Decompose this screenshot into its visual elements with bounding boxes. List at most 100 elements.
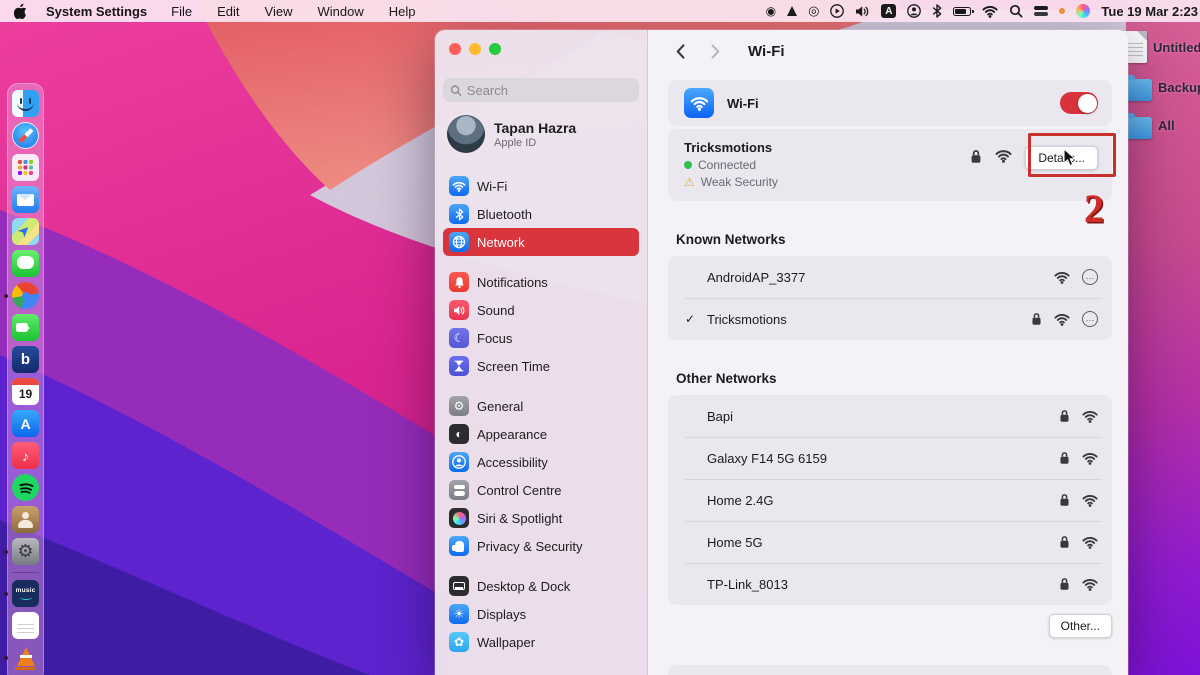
wifi-signal-icon xyxy=(1082,536,1098,549)
sidebar-item-label: Network xyxy=(477,235,525,250)
sidebar-item-label: Wi-Fi xyxy=(477,179,507,194)
dock-messages-icon[interactable] xyxy=(12,250,39,277)
more-options-icon[interactable]: … xyxy=(1082,269,1098,285)
dock-safari-icon[interactable] xyxy=(12,122,39,149)
apple-id-profile[interactable]: Tapan Hazra Apple ID xyxy=(447,115,639,153)
dock-music-icon[interactable]: ♪ xyxy=(12,442,39,469)
dock-facetime-icon[interactable] xyxy=(12,314,39,341)
network-row-androidap[interactable]: AndroidAP_3377 … xyxy=(668,256,1112,298)
known-networks-list: AndroidAP_3377 … ✓ Tricksmotions … xyxy=(668,256,1112,340)
menu-edit[interactable]: Edit xyxy=(217,4,239,19)
zoom-button[interactable] xyxy=(489,43,501,55)
dock-notes-icon[interactable] xyxy=(12,612,39,639)
control-center-icon[interactable] xyxy=(1034,6,1048,17)
sidebar-item-general[interactable]: ⚙ General xyxy=(443,392,639,420)
desktop-icon-label: Untitled xyxy=(1153,40,1200,55)
apple-menu-icon[interactable] xyxy=(14,3,29,19)
menu-view[interactable]: View xyxy=(265,4,293,19)
sidebar-item-notifications[interactable]: Notifications xyxy=(443,268,639,296)
dock-system-settings-icon[interactable]: ⚙ xyxy=(12,538,39,565)
dock-maps-icon[interactable]: ➤ xyxy=(12,218,39,245)
sidebar-item-siri-spotlight[interactable]: Siri & Spotlight xyxy=(443,504,639,532)
wifi-signal-icon xyxy=(995,149,1012,163)
record-icon[interactable]: ◉ xyxy=(766,4,776,18)
dock-contacts-icon[interactable] xyxy=(12,506,39,533)
app-menu-title[interactable]: System Settings xyxy=(46,4,147,19)
dock-bluemail-icon[interactable]: b xyxy=(12,346,39,373)
desktop-icon-backup[interactable]: Backup xyxy=(1122,74,1200,101)
menu-bar: System Settings File Edit View Window He… xyxy=(0,0,1200,22)
menu-help[interactable]: Help xyxy=(389,4,416,19)
desktop-icon-all[interactable]: All xyxy=(1122,112,1200,139)
wifi-status-icon[interactable] xyxy=(982,5,998,18)
sidebar-item-wifi[interactable]: Wi-Fi xyxy=(443,172,639,200)
sidebar-item-label: Bluetooth xyxy=(477,207,532,222)
dock-calendar-icon[interactable]: 19 xyxy=(12,378,39,405)
sidebar-nav: Wi-Fi Bluetooth Network Notifications xyxy=(443,172,639,656)
mouse-cursor xyxy=(1063,148,1076,167)
sidebar-item-displays[interactable]: ☀ Displays xyxy=(443,600,639,628)
app-store-letter: A xyxy=(20,416,30,432)
desktop-icons: Untitled Backup All xyxy=(1122,31,1200,139)
dock-vlc-icon[interactable] xyxy=(12,644,39,671)
spotlight-search-icon[interactable] xyxy=(1009,4,1023,18)
sidebar-item-wallpaper[interactable]: ✿ Wallpaper xyxy=(443,628,639,656)
close-button[interactable] xyxy=(449,43,461,55)
volume-icon[interactable] xyxy=(855,5,870,18)
sidebar-search[interactable] xyxy=(443,78,639,102)
desktop-icon-untitled[interactable]: Untitled xyxy=(1122,31,1200,63)
network-row-bapi[interactable]: Bapi xyxy=(668,395,1112,437)
sidebar-item-control-centre[interactable]: Control Centre xyxy=(443,476,639,504)
desktop-icon-label: Backup xyxy=(1158,80,1200,95)
airplay-waves-icon[interactable]: ◎ xyxy=(808,3,819,19)
search-input[interactable] xyxy=(467,83,632,98)
network-row-tplink[interactable]: TP-Link_8013 xyxy=(668,563,1112,605)
sidebar-item-label: Displays xyxy=(477,607,526,622)
sidebar-item-appearance[interactable]: ◐ Appearance xyxy=(443,420,639,448)
dock-chrome-icon[interactable] xyxy=(12,282,39,309)
dock-amazon-music-icon[interactable]: music xyxy=(12,580,39,607)
user-account-icon[interactable] xyxy=(907,4,921,18)
battery-icon[interactable] xyxy=(953,7,971,16)
sidebar-item-screen-time[interactable]: Screen Time xyxy=(443,352,639,380)
dock-spotify-icon[interactable] xyxy=(12,474,39,501)
network-name: TP-Link_8013 xyxy=(707,577,1059,592)
sidebar-item-focus[interactable]: ☾ Focus xyxy=(443,324,639,352)
wifi-signal-icon xyxy=(1082,410,1098,423)
minimize-button[interactable] xyxy=(469,43,481,55)
dock-app-store-icon[interactable]: A xyxy=(12,410,39,437)
sidebar-item-label: Desktop & Dock xyxy=(477,579,570,594)
back-button[interactable] xyxy=(676,44,685,59)
bluetooth-icon xyxy=(449,204,469,224)
sidebar-item-desktop-dock[interactable]: Desktop & Dock xyxy=(443,572,639,600)
menu-bar-clock[interactable]: Tue 19 Mar 2:23 xyxy=(1101,4,1198,19)
forward-button[interactable] xyxy=(711,44,720,59)
sidebar-item-privacy-security[interactable]: Privacy & Security xyxy=(443,532,639,560)
sidebar-item-bluetooth[interactable]: Bluetooth xyxy=(443,200,639,228)
window-controls xyxy=(443,43,639,55)
more-options-icon[interactable]: … xyxy=(1082,311,1098,327)
network-row-tricksmotions[interactable]: ✓ Tricksmotions … xyxy=(668,298,1112,340)
calendar-day: 19 xyxy=(12,387,39,401)
sidebar-item-sound[interactable]: Sound xyxy=(443,296,639,324)
network-row-home24g[interactable]: Home 2.4G xyxy=(668,479,1112,521)
siri-icon[interactable] xyxy=(1076,4,1090,18)
bluetooth-icon[interactable] xyxy=(932,4,942,18)
menu-window[interactable]: Window xyxy=(317,4,363,19)
wifi-toggle-switch[interactable] xyxy=(1060,92,1098,114)
sidebar-item-network[interactable]: Network xyxy=(443,228,639,256)
sidebar-item-accessibility[interactable]: Accessibility xyxy=(443,448,639,476)
dock-finder-icon[interactable] xyxy=(12,90,39,117)
other-networks-list: Bapi Galaxy F14 5G 6159 Home 2.4G xyxy=(668,395,1112,605)
content-header: Wi-Fi xyxy=(668,30,1112,72)
network-row-home5g[interactable]: Home 5G xyxy=(668,521,1112,563)
menu-file[interactable]: File xyxy=(171,4,192,19)
sidebar-item-label: Control Centre xyxy=(477,483,562,498)
network-row-galaxy[interactable]: Galaxy F14 5G 6159 xyxy=(668,437,1112,479)
dock-launchpad-icon[interactable] xyxy=(12,154,39,181)
vlc-cone-icon[interactable] xyxy=(787,6,797,16)
input-source-icon[interactable]: A xyxy=(881,4,896,18)
dock-mail-icon[interactable] xyxy=(12,186,39,213)
other-network-button[interactable]: Other... xyxy=(1049,614,1112,638)
play-circle-icon[interactable] xyxy=(830,4,844,18)
